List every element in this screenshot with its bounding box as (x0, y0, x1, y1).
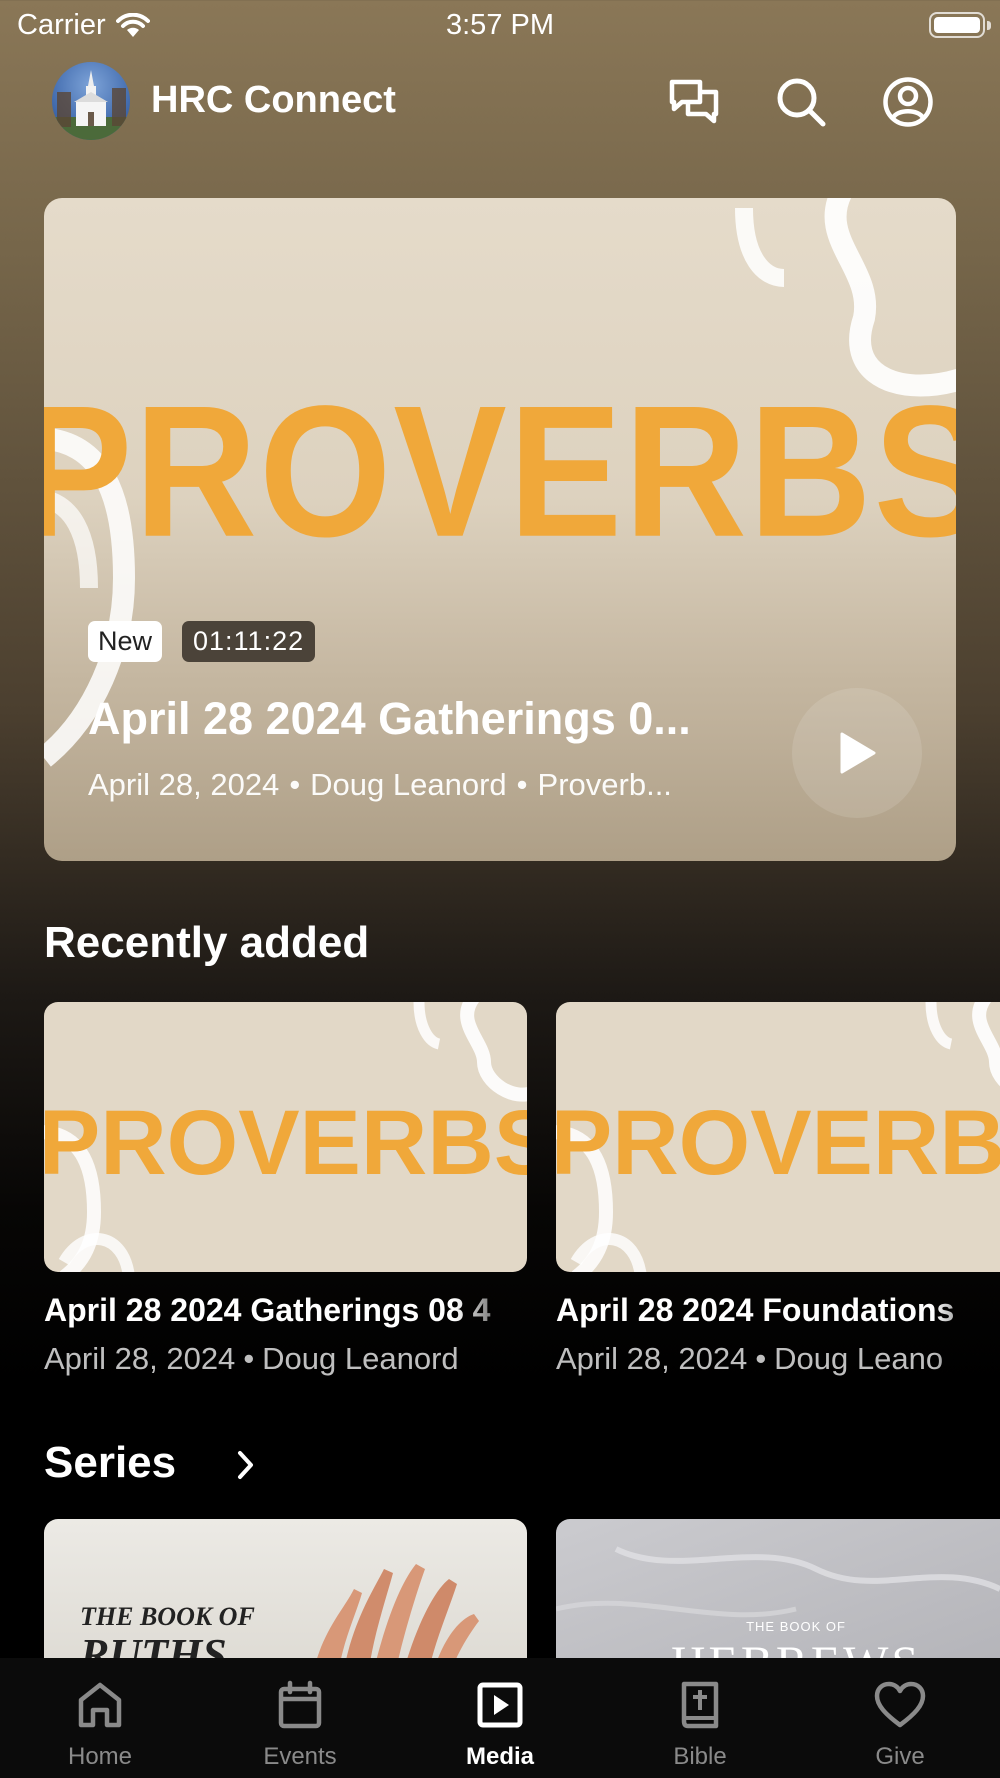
recent-item-speaker: Doug Leanord (262, 1341, 459, 1376)
status-time: 3:57 PM (446, 9, 554, 41)
heart-icon (874, 1681, 926, 1728)
recent-art-text-1: PROVERBS (44, 1092, 527, 1194)
status-bar: Carrier 3:57 PM (0, 0, 1000, 52)
tab-events[interactable]: Events (200, 1658, 400, 1778)
duration-badge: 01:11:22 (182, 621, 316, 662)
media-icon (477, 1682, 523, 1728)
tab-media-label: Media (465, 1743, 534, 1770)
profile-icon[interactable] (882, 76, 934, 128)
recent-item-meta: April 28, 2024 • Doug Leanord (44, 1341, 459, 1376)
bible-icon (681, 1681, 719, 1729)
tab-bible[interactable]: Bible (600, 1658, 800, 1778)
recent-item-title[interactable]: April 28 2024 Gatherings 08 4 (44, 1292, 527, 1329)
series-art-top-2: THE BOOK OF (746, 1619, 846, 1634)
app-title: HRC Connect (151, 79, 396, 121)
proverbs-thumb-art: PROVERBS (556, 1002, 1000, 1272)
featured-media-card[interactable]: PROVERBS New 01:11:22 April 28 2024 Gath… (44, 198, 956, 861)
hero-badges: New 01:11:22 (88, 621, 316, 662)
series-heading[interactable]: Series (44, 1438, 176, 1488)
tab-home[interactable]: Home (0, 1658, 200, 1778)
recent-item-thumbnail[interactable]: PROVERBS (556, 1002, 1000, 1272)
tab-give-label: Give (875, 1743, 925, 1770)
home-icon (78, 1682, 122, 1728)
recent-item-date: April 28, 2024 (556, 1341, 748, 1376)
bottom-tab-bar: Home Events Media Bible Give (0, 1658, 1000, 1778)
recently-added-heading: Recently added (44, 918, 370, 967)
series-item-hebrews[interactable]: THE BOOK OF HEBREWS (556, 1519, 1000, 1669)
tab-events-label: Events (263, 1743, 337, 1770)
recent-item-speaker: Doug Leano (774, 1341, 944, 1376)
app-header: HRC Connect (0, 58, 1000, 146)
proverbs-thumb-art: PROVERBS (44, 1002, 527, 1272)
hero-series: Proverb... (537, 767, 672, 802)
hero-art-text: PROVERBS (44, 366, 956, 575)
play-icon (840, 732, 876, 774)
new-badge: New (88, 621, 163, 662)
hero-date: April 28, 2024 (88, 767, 280, 802)
church-logo-avatar[interactable] (52, 62, 130, 140)
recent-item-thumbnail[interactable]: PROVERBS (44, 1002, 527, 1272)
play-button[interactable] (792, 688, 922, 818)
ruth-series-art: THE BOOK OF RUTHS (79, 1564, 479, 1669)
hebrews-series-art: THE BOOK OF HEBREWS (556, 1546, 1000, 1669)
chevron-right-icon[interactable] (236, 1450, 256, 1480)
recent-art-text-2: PROVERBS (556, 1092, 1000, 1194)
series-art-top-1: THE BOOK OF (80, 1602, 255, 1631)
chat-icon[interactable] (668, 76, 720, 128)
hero-speaker: Doug Leanord (310, 767, 507, 802)
series-item-ruth[interactable]: THE BOOK OF RUTHS (44, 1519, 527, 1669)
tab-bible-label: Bible (673, 1743, 727, 1770)
battery-icon (929, 12, 991, 38)
tab-home-label: Home (67, 1743, 133, 1770)
recent-item-meta: April 28, 2024 • Doug Leano (556, 1341, 944, 1376)
tab-media[interactable]: Media (400, 1658, 600, 1778)
hero-meta: April 28, 2024 • Doug Leanord • Proverb... (88, 767, 672, 802)
hero-title: April 28 2024 Gatherings 0... (88, 693, 691, 744)
search-icon[interactable] (775, 76, 827, 128)
recent-item-title[interactable]: April 28 2024 Foundations (556, 1292, 1000, 1329)
calendar-icon (278, 1680, 322, 1729)
recent-item-date: April 28, 2024 (44, 1341, 236, 1376)
tab-give[interactable]: Give (800, 1658, 1000, 1778)
